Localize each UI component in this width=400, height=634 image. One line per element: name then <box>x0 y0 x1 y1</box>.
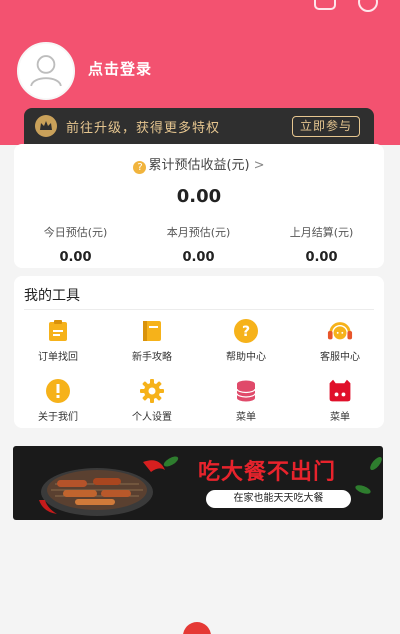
tool-label: 菜单 <box>236 412 256 423</box>
tool-label: 新手攻略 <box>132 352 172 363</box>
floating-decoration <box>183 622 211 634</box>
leaf-decoration <box>354 483 372 496</box>
user-icon <box>19 44 73 98</box>
stat-label: 上月结算(元) <box>289 226 354 239</box>
tool-label: 订单找回 <box>38 352 78 363</box>
stat-last-month: 上月结算(元) 0.00 <box>260 224 383 265</box>
earnings-title: 累计预估收益(元) <box>148 158 250 173</box>
stat-value: 0.00 <box>59 250 92 265</box>
tool-customer-service[interactable]: 客服中心 <box>294 318 386 363</box>
clipboard-icon <box>45 318 71 344</box>
stat-label: 今日预估(元) <box>43 226 108 239</box>
earnings-title-row[interactable]: ? 累计预估收益(元) > <box>14 154 384 174</box>
tool-label: 客服中心 <box>320 352 360 363</box>
divider <box>24 309 374 310</box>
book-icon <box>139 318 165 344</box>
gear-icon <box>139 378 165 404</box>
login-link[interactable]: 点击登录 <box>88 58 152 79</box>
headset-icon <box>327 318 353 344</box>
tool-menu-1[interactable]: 菜单 <box>200 378 292 423</box>
tool-personal-settings[interactable]: 个人设置 <box>106 378 198 423</box>
stat-label: 本月预估(元) <box>166 226 231 239</box>
chevron-right-icon: > <box>253 158 265 173</box>
vip-upgrade-bar[interactable]: 前往升级，获得更多特权 立即参与 <box>24 108 374 144</box>
tools-card: 我的工具 订单找回 新手攻略 ? 帮助中心 客服中心 关于我们 个人设置 菜单 … <box>14 276 384 428</box>
banner-subtitle: 在家也能天天吃大餐 <box>206 490 351 508</box>
stat-value: 0.00 <box>305 250 338 265</box>
tool-menu-2[interactable]: 菜单 <box>294 378 386 423</box>
help-icon: ? <box>133 161 147 174</box>
tools-title: 我的工具 <box>24 288 80 304</box>
stat-today: 今日预估(元) 0.00 <box>14 224 137 265</box>
tool-about-us[interactable]: 关于我们 <box>12 378 104 423</box>
database-icon <box>233 378 259 404</box>
svg-text:?: ? <box>242 324 250 340</box>
stat-value: 0.00 <box>182 250 215 265</box>
banner-title: 吃大餐不出门 <box>198 460 337 485</box>
vip-upgrade-text: 前往升级，获得更多特权 <box>66 120 221 136</box>
earnings-total: 0.00 <box>176 186 222 207</box>
promo-banner[interactable]: 吃大餐不出门 在家也能天天吃大餐 <box>13 446 383 520</box>
tool-help-center[interactable]: ? 帮助中心 <box>200 318 292 363</box>
info-icon <box>45 378 71 404</box>
earnings-card: ? 累计预估收益(元) > 0.00 今日预估(元) 0.00 本月预估(元) 0.… <box>14 144 384 268</box>
stat-month: 本月预估(元) 0.00 <box>137 224 260 265</box>
tool-label: 帮助中心 <box>226 352 266 363</box>
join-now-button[interactable]: 立即参与 <box>291 116 360 137</box>
tool-label: 个人设置 <box>132 412 172 423</box>
bbq-grill-image <box>39 460 165 516</box>
tmall-icon <box>327 378 353 404</box>
message-icon[interactable] <box>314 0 336 10</box>
tool-order-recovery[interactable]: 订单找回 <box>12 318 104 363</box>
tool-label: 关于我们 <box>38 412 78 423</box>
question-icon: ? <box>233 318 259 344</box>
leaf-decoration <box>368 455 383 472</box>
crown-icon <box>35 115 57 137</box>
tool-beginner-guide[interactable]: 新手攻略 <box>106 318 198 363</box>
avatar[interactable] <box>17 42 75 100</box>
tool-label: 菜单 <box>330 412 350 423</box>
header-actions <box>314 0 378 12</box>
gear-icon[interactable] <box>358 0 378 12</box>
